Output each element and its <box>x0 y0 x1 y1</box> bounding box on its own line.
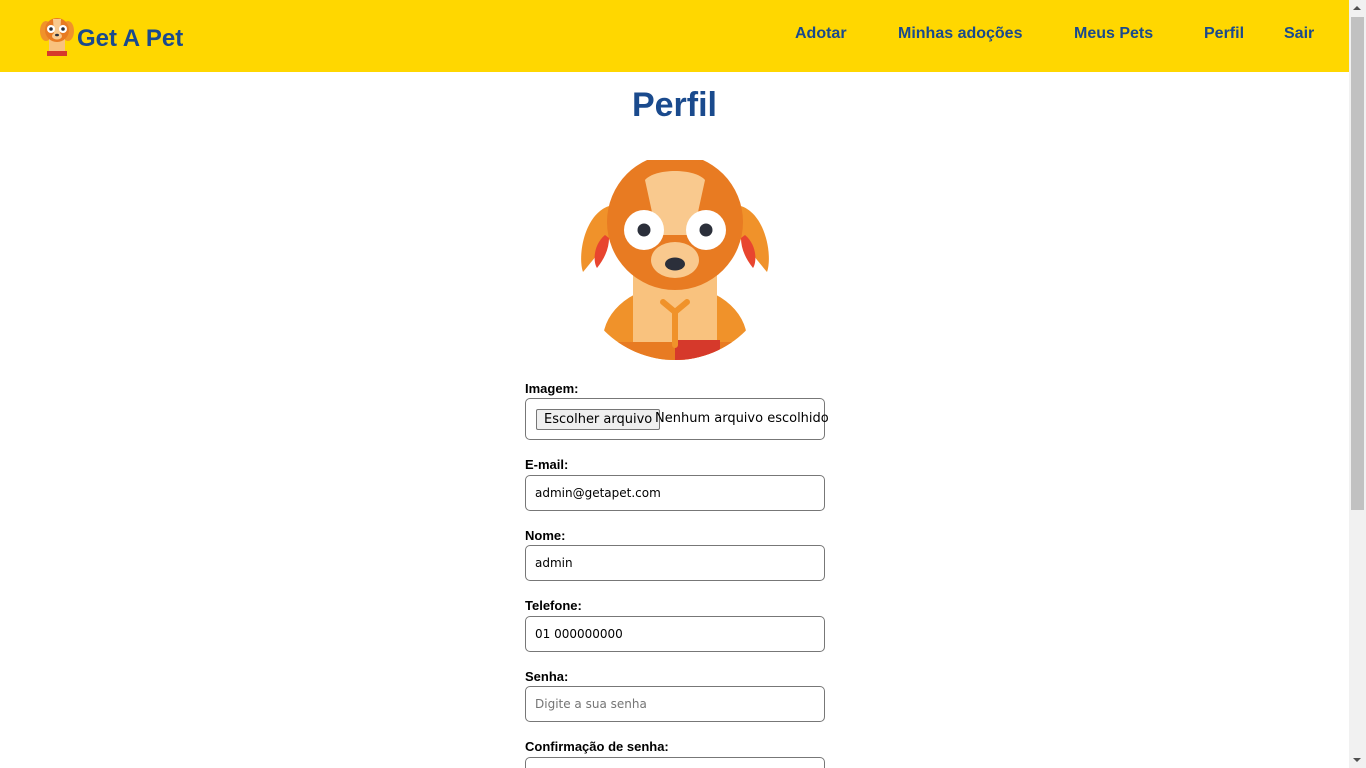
nav-item-sair[interactable]: Sair <box>1284 25 1314 43</box>
page-title: Perfil <box>631 86 718 124</box>
nav-item-meus-pets[interactable]: Meus Pets <box>1074 25 1153 43</box>
file-status-text: Nenhum arquivo escolhido <box>655 411 829 426</box>
confirm-password-label: Confirmação de senha: <box>525 739 669 754</box>
vertical-scrollbar[interactable] <box>1349 0 1366 768</box>
name-field[interactable]: admin <box>525 545 825 581</box>
choose-file-button[interactable]: Escolher arquivo <box>536 409 661 430</box>
scroll-down-arrow-icon[interactable] <box>1353 758 1361 762</box>
brand-link[interactable]: Get A Pet <box>38 15 183 62</box>
page: Get A Pet Adotar Minhas adoções Meus Pet… <box>0 0 1349 768</box>
phone-label: Telefone: <box>525 598 582 613</box>
image-label: Imagem: <box>525 381 579 396</box>
image-file-input[interactable]: Escolher arquivo Nenhum arquivo escolhid… <box>525 398 829 440</box>
navbar: Get A Pet Adotar Minhas adoções Meus Pet… <box>0 0 1349 72</box>
name-label: Nome: <box>525 528 566 543</box>
dog-logo-icon <box>38 15 76 62</box>
password-label: Senha: <box>525 669 569 684</box>
email-field[interactable]: admin@getapet.com <box>525 475 825 511</box>
password-field[interactable]: Digite a sua senha <box>525 686 825 722</box>
dog-avatar-icon <box>575 154 775 360</box>
nav-item-adotar[interactable]: Adotar <box>795 25 847 43</box>
brand-name: Get A Pet <box>77 24 184 52</box>
phone-field[interactable]: 01 000000000 <box>525 616 825 652</box>
confirm-password-field[interactable] <box>525 757 825 768</box>
nav-item-perfil[interactable]: Perfil <box>1204 25 1244 43</box>
scrollbar-thumb[interactable] <box>1351 17 1364 510</box>
nav-item-minhas-adocoes[interactable]: Minhas adoções <box>898 25 1022 43</box>
scroll-up-arrow-icon[interactable] <box>1353 6 1361 10</box>
email-label: E-mail: <box>525 457 569 472</box>
